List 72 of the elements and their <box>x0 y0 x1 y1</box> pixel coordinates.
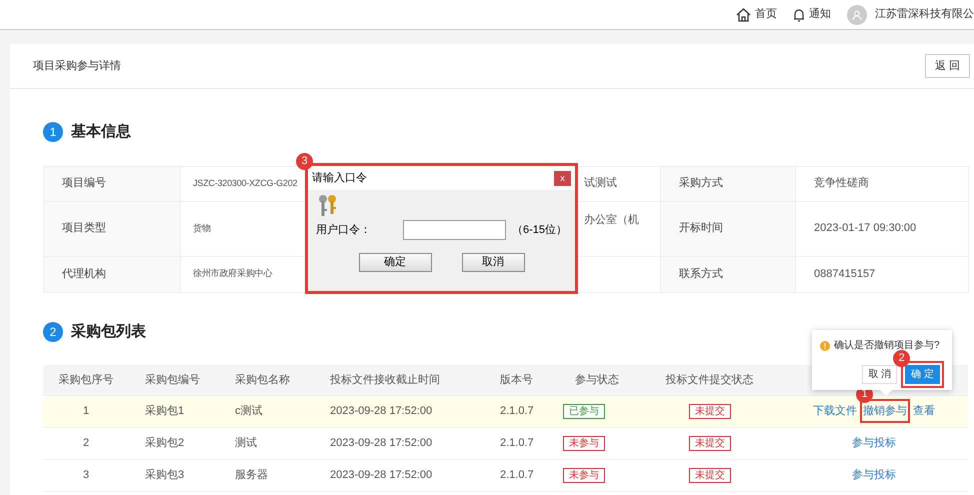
field-label: 联系方式 <box>679 268 723 280</box>
column-header: 参与状态 <box>575 374 619 386</box>
table-cell: 测试 <box>235 436 257 449</box>
table-cell: 采购包1 <box>145 404 184 417</box>
field-value: 2023-01-17 09:30:00 <box>814 222 916 234</box>
table-cell: 2.1.0.7 <box>500 404 534 417</box>
length-hint: （6-15位） <box>512 222 567 238</box>
home-link[interactable]: 首页 <box>755 6 777 23</box>
column-header: 投标文件接收截止时间 <box>330 374 440 386</box>
cancel-button[interactable]: 取 消 <box>862 365 898 384</box>
ok-button[interactable]: 确定 <box>358 253 432 272</box>
field-value: 试测试 <box>584 177 617 190</box>
table-cell: 2023-09-28 17:52:00 <box>330 436 432 449</box>
page-title: 项目采购参与详情 <box>33 58 121 74</box>
table-cell: 2023-09-28 17:52:00 <box>330 468 432 481</box>
column-header: 采购包名称 <box>235 374 290 386</box>
column-header: 版本号 <box>500 374 533 386</box>
field-value: 办公室（机 <box>584 214 639 226</box>
field-value: 竞争性磋商 <box>814 177 869 190</box>
action-link[interactable]: 查看 <box>913 404 936 417</box>
notification-link[interactable]: 通知 <box>809 6 831 23</box>
table-cell: c测试 <box>235 404 262 417</box>
status-tag: 未提交 <box>689 468 731 483</box>
action-link[interactable]: 下载文件 <box>812 404 857 417</box>
company-name[interactable]: 江苏雷深科技有限公 <box>875 6 974 23</box>
column-header: 采购包序号 <box>58 374 114 386</box>
table-cell: 采购包3 <box>145 468 184 481</box>
table-cell: 2 <box>82 436 90 449</box>
action-link[interactable]: 参与投标 <box>852 468 896 481</box>
field-value: JSZC-320300-XZCG-G202 <box>193 178 298 188</box>
section-number: 2 <box>43 322 63 342</box>
table-row[interactable]: 3 采购包3 服务器 2023-09-28 17:52:00 2.1.0.7 未参与 未提交 参与投标 <box>43 459 968 491</box>
table-row[interactable]: 2 采购包2 测试 2023-09-28 17:52:00 2.1.0.7 未参与 未提交 参与投标 <box>43 427 968 459</box>
field-value: 徐州市政府采购中心 <box>193 268 272 278</box>
dialog-title: 请输入口令 <box>312 170 367 186</box>
annotation-badge: 2 <box>893 350 910 367</box>
section-title: 采购包列表 <box>71 322 146 342</box>
field-label: 开标时间 <box>679 222 723 234</box>
home-icon[interactable] <box>736 8 751 22</box>
action-link[interactable]: 撤销参与 <box>863 404 907 417</box>
status-tag: 未提交 <box>689 436 731 451</box>
table-cell: 采购包2 <box>145 436 184 449</box>
field-value: 货物 <box>193 222 211 233</box>
status-tag: 已参与 <box>563 404 605 419</box>
warning-icon <box>820 340 830 350</box>
table-cell: 1 <box>82 404 90 417</box>
status-tag: 未参与 <box>563 468 605 483</box>
table-cell: 3 <box>82 468 90 481</box>
field-label: 代理机构 <box>62 268 106 280</box>
confirm-message: 确认是否撤销项目参与? <box>834 338 940 353</box>
confirm-button[interactable]: 确 定 <box>905 365 940 384</box>
table-cell: 服务器 <box>235 468 268 481</box>
field-value: 0887415157 <box>814 268 876 280</box>
table-cell: 2.1.0.7 <box>500 436 534 449</box>
password-field[interactable] <box>402 220 506 240</box>
column-header: 投标文件提交状态 <box>666 374 754 386</box>
back-button[interactable]: 返 回 <box>924 54 970 78</box>
section-title: 基本信息 <box>71 122 131 142</box>
column-header: 采购包编号 <box>145 374 200 386</box>
action-link[interactable]: 参与投标 <box>852 436 896 449</box>
status-tag: 未参与 <box>563 436 605 451</box>
close-button[interactable]: x <box>554 170 571 186</box>
section-number: 1 <box>43 122 63 142</box>
field-label: 项目编号 <box>62 177 106 190</box>
field-label: 项目类型 <box>62 222 106 234</box>
field-label: 用户口令： <box>316 222 372 238</box>
cancel-button[interactable]: 取消 <box>462 253 524 272</box>
status-tag: 未提交 <box>689 404 731 419</box>
bell-icon[interactable] <box>793 8 805 22</box>
table-cell: 2.1.0.7 <box>500 468 534 481</box>
field-label: 采购方式 <box>679 177 723 190</box>
table-cell: 2023-09-28 17:52:00 <box>330 404 432 417</box>
